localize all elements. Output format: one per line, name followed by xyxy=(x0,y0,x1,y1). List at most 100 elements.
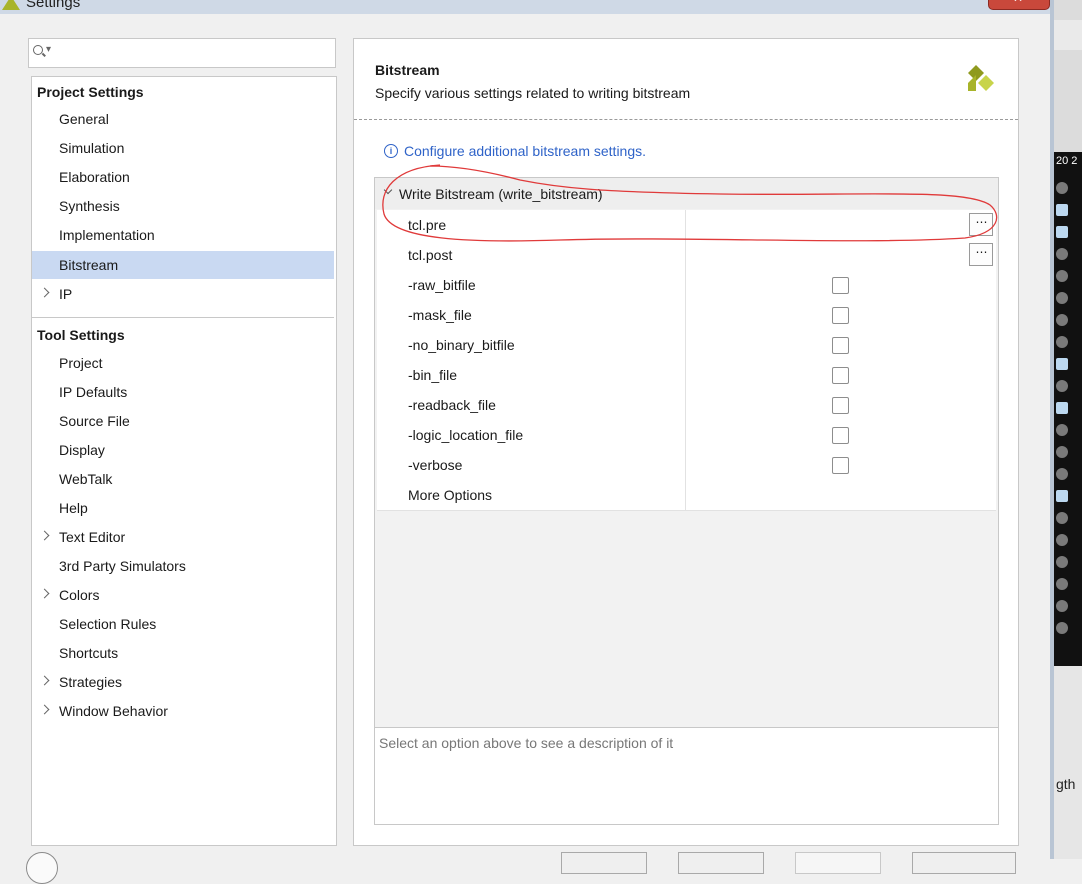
option-row-bin-file[interactable]: -bin_file xyxy=(377,360,996,391)
help-button[interactable] xyxy=(26,852,58,884)
tree-item-label: IP Defaults xyxy=(59,384,128,400)
page-title: Bitstream xyxy=(375,62,440,78)
tree-item-label: Colors xyxy=(59,587,100,603)
tree-item-project[interactable]: Project xyxy=(32,349,334,377)
tree-item-label: Implementation xyxy=(59,227,155,243)
tree-item-webtalk[interactable]: WebTalk xyxy=(32,465,334,493)
background-panel: gth xyxy=(1054,666,1082,859)
option-checkbox[interactable] xyxy=(832,337,849,354)
background-application: 20 2 gth xyxy=(1054,0,1082,859)
tree-item-3rd-party-simulators[interactable]: 3rd Party Simulators xyxy=(32,552,334,580)
dialog-button-2[interactable] xyxy=(678,852,764,874)
option-name: -bin_file xyxy=(408,367,458,383)
option-checkbox[interactable] xyxy=(832,397,849,414)
tree-item-label: Help xyxy=(59,500,88,516)
option-checkbox[interactable] xyxy=(832,307,849,324)
option-name: -no_binary_bitfile xyxy=(408,337,515,353)
option-row-tcl-post[interactable]: tcl.post ⋯ xyxy=(377,240,996,271)
option-checkbox[interactable] xyxy=(832,457,849,474)
option-checkbox[interactable] xyxy=(832,427,849,444)
option-description-box: Select an option above to see a descript… xyxy=(374,727,999,825)
settings-search[interactable]: ▾ xyxy=(28,38,336,68)
tree-item-source-file[interactable]: Source File xyxy=(32,407,334,435)
tree-item-label: Strategies xyxy=(59,674,123,690)
option-name: -raw_bitfile xyxy=(408,277,476,293)
option-name: -mask_file xyxy=(408,307,472,323)
settings-tree: Project Settings General Simulation Elab… xyxy=(31,76,337,846)
tree-item-implementation[interactable]: Implementation xyxy=(32,221,334,249)
tree-item-elaboration[interactable]: Elaboration xyxy=(32,163,334,191)
chevron-right-icon[interactable] xyxy=(39,704,50,715)
tree-item-simulation[interactable]: Simulation xyxy=(32,134,334,162)
tree-item-ip-defaults[interactable]: IP Defaults xyxy=(32,378,334,406)
tree-item-ip[interactable]: IP xyxy=(32,280,334,308)
option-group-label: Write Bitstream (write_bitstream) xyxy=(399,186,603,202)
chevron-down-icon[interactable]: ▾ xyxy=(46,44,51,55)
option-row-readback-file[interactable]: -readback_file xyxy=(377,390,996,421)
option-row-tcl-pre[interactable]: tcl.pre ⋯ xyxy=(377,210,996,241)
option-row-no-binary-bitfile[interactable]: -no_binary_bitfile xyxy=(377,330,996,361)
tree-item-general[interactable]: General xyxy=(32,105,334,133)
tree-item-label: Project xyxy=(59,355,103,371)
tree-item-colors[interactable]: Colors xyxy=(32,581,334,609)
tree-item-selection-rules[interactable]: Selection Rules xyxy=(32,610,334,638)
tree-item-label: IP xyxy=(59,286,73,302)
tree-item-label: Shortcuts xyxy=(59,645,119,661)
tree-item-label: Source File xyxy=(59,413,130,429)
option-row-logic-location-file[interactable]: -logic_location_file xyxy=(377,420,996,451)
tree-item-window-behavior[interactable]: Window Behavior xyxy=(32,697,334,725)
chevron-right-icon[interactable] xyxy=(39,530,50,541)
option-name: -logic_location_file xyxy=(408,427,524,443)
dialog-button-3[interactable] xyxy=(795,852,881,874)
browse-button[interactable]: ⋯ xyxy=(969,243,993,266)
chevron-right-icon[interactable] xyxy=(39,588,50,599)
option-row-more-options[interactable]: More Options xyxy=(377,480,996,511)
option-row-verbose[interactable]: -verbose xyxy=(377,450,996,481)
chevron-right-icon[interactable] xyxy=(39,675,50,686)
option-checkbox[interactable] xyxy=(832,277,849,294)
tree-item-strategies[interactable]: Strategies xyxy=(32,668,334,696)
tree-item-label: Selection Rules xyxy=(59,616,157,632)
tree-item-label: Synthesis xyxy=(59,198,120,214)
tree-item-synthesis[interactable]: Synthesis xyxy=(32,192,334,220)
tree-item-label: Window Behavior xyxy=(59,703,168,719)
section-project-settings: Project Settings xyxy=(37,84,144,100)
tree-item-label: 3rd Party Simulators xyxy=(59,558,186,574)
chevron-down-icon[interactable] xyxy=(383,185,393,195)
background-partial-label: gth xyxy=(1056,776,1076,792)
background-toolbar xyxy=(1054,20,1082,50)
option-name: tcl.post xyxy=(408,247,453,263)
search-input[interactable] xyxy=(55,41,335,65)
option-group-write-bitstream[interactable]: Write Bitstream (write_bitstream) xyxy=(375,178,998,209)
bitstream-settings-panel: Bitstream Specify various settings relat… xyxy=(353,38,1019,846)
vivado-logo-icon xyxy=(968,65,994,91)
tree-item-text-editor[interactable]: Text Editor xyxy=(32,523,334,551)
option-row-mask-file[interactable]: -mask_file xyxy=(377,300,996,331)
close-button[interactable]: ✕ xyxy=(988,0,1050,10)
app-logo-icon xyxy=(2,0,20,10)
tree-item-label: Simulation xyxy=(59,140,125,156)
configure-settings-link[interactable]: Configure additional bitstream settings. xyxy=(404,143,646,159)
tree-item-label: Bitstream xyxy=(59,257,119,273)
dialog-button-1[interactable] xyxy=(561,852,647,874)
option-name: More Options xyxy=(408,487,493,503)
background-column-header: 20 2 xyxy=(1056,155,1078,167)
tree-item-label: Text Editor xyxy=(59,529,126,545)
background-device-grid: 20 2 xyxy=(1054,152,1082,666)
option-checkbox[interactable] xyxy=(832,367,849,384)
section-divider xyxy=(32,317,334,318)
chevron-right-icon[interactable] xyxy=(39,287,50,298)
option-name: -verbose xyxy=(408,457,463,473)
tree-item-bitstream[interactable]: Bitstream xyxy=(32,251,334,279)
description-placeholder: Select an option above to see a descript… xyxy=(379,735,674,751)
tree-item-label: Display xyxy=(59,442,105,458)
page-description: Specify various settings related to writ… xyxy=(375,85,691,101)
tree-item-help[interactable]: Help xyxy=(32,494,334,522)
browse-button[interactable]: ⋯ xyxy=(969,213,993,236)
tree-item-shortcuts[interactable]: Shortcuts xyxy=(32,639,334,667)
dialog-button-4[interactable] xyxy=(912,852,1016,874)
tree-item-display[interactable]: Display xyxy=(32,436,334,464)
option-name: tcl.pre xyxy=(408,217,447,233)
close-icon: ✕ xyxy=(1013,0,1023,5)
option-row-raw-bitfile[interactable]: -raw_bitfile xyxy=(377,270,996,301)
